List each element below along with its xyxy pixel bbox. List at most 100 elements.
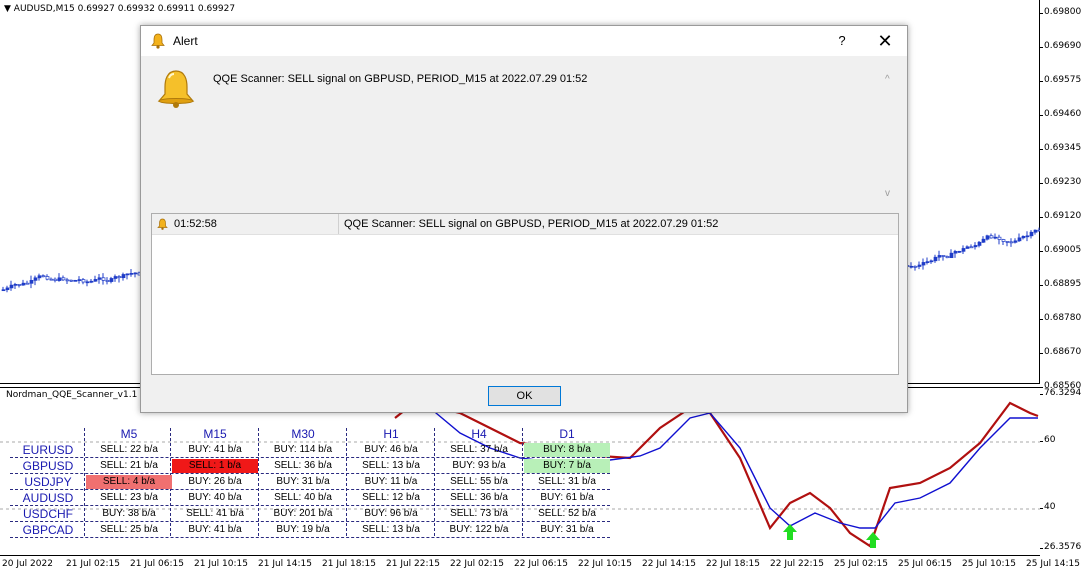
scanner-cell: SELL: 73 b/a <box>450 508 508 519</box>
candle <box>57 273 62 282</box>
scanner-cell: BUY: 31 b/a <box>276 476 330 487</box>
candle <box>89 279 94 284</box>
candle <box>85 279 90 287</box>
candle <box>113 274 118 282</box>
price-label: 0.68670 <box>1044 347 1082 357</box>
scanner-cell: BUY: 7 b/a <box>524 459 610 473</box>
candle <box>957 250 962 253</box>
scanner-row-divider <box>10 457 610 458</box>
candle <box>909 262 914 269</box>
candle <box>1001 238 1006 245</box>
ok-button[interactable]: OK <box>488 386 561 406</box>
candle <box>1021 235 1026 240</box>
candle <box>25 280 30 285</box>
time-label: 21 Jul 18:15 <box>322 559 376 569</box>
scanner-cell: SELL: 13 b/a <box>362 524 420 535</box>
scanner-col-divider <box>346 428 347 536</box>
candle <box>1017 233 1022 242</box>
scanner-cell: SELL: 52 b/a <box>538 508 596 519</box>
scanner-symbol: GBPCAD <box>22 523 74 537</box>
candle <box>33 275 38 286</box>
list-item[interactable]: 01:52:58 QQE Scanner: SELL signal on GBP… <box>152 214 898 235</box>
candle <box>969 244 974 249</box>
indicator-level-label: 76.3294 <box>1044 388 1082 398</box>
time-label: 22 Jul 18:15 <box>706 559 760 569</box>
scanner-cell: BUY: 46 b/a <box>364 444 418 455</box>
price-tick <box>1040 149 1043 150</box>
indicator-level-label: 26.3576 <box>1044 542 1082 552</box>
candle <box>133 272 138 278</box>
close-button[interactable]: ✕ <box>874 31 896 51</box>
candle <box>1 286 6 292</box>
price-label: 0.69230 <box>1044 177 1082 187</box>
price-label: 0.69575 <box>1044 75 1082 85</box>
list-item-time: 01:52:58 <box>174 218 217 230</box>
scanner-row-divider <box>10 537 610 538</box>
scanner-cell: SELL: 36 b/a <box>450 492 508 503</box>
scanner-cell: SELL: 55 b/a <box>450 476 508 487</box>
message-scroll-up-icon[interactable]: ^ <box>885 74 890 85</box>
large-bell-icon <box>157 70 195 108</box>
candle <box>5 285 10 293</box>
scanner-symbol: GBPUSD <box>22 459 74 473</box>
scanner-row-divider <box>10 505 610 506</box>
candle <box>109 276 114 284</box>
candle <box>949 249 954 259</box>
scanner-header-h1: H1 <box>383 427 399 441</box>
candle <box>1033 229 1038 235</box>
candle <box>41 274 46 278</box>
candle <box>929 259 934 264</box>
time-label: 20 Jul 2022 <box>2 559 53 569</box>
scanner-cell: BUY: 19 b/a <box>276 524 330 535</box>
scanner-cell: SELL: 41 b/a <box>186 508 244 519</box>
candle <box>65 277 70 285</box>
scanner-cell: SELL: 4 b/a <box>86 475 172 489</box>
scanner-cell: BUY: 61 b/a <box>540 492 594 503</box>
candle <box>101 273 106 285</box>
candle <box>61 275 66 282</box>
candle <box>917 261 922 270</box>
scanner-header-m15: M15 <box>203 427 227 441</box>
candle <box>117 275 122 283</box>
scanner-cell: BUY: 201 b/a <box>273 508 333 519</box>
time-label: 22 Jul 10:15 <box>578 559 632 569</box>
candle <box>965 245 970 249</box>
scanner-header-m5: M5 <box>120 427 138 441</box>
scanner-symbol: AUDUSD <box>22 491 74 505</box>
price-tick <box>1040 183 1043 184</box>
alert-message: QQE Scanner: SELL signal on GBPUSD, PERI… <box>213 73 588 85</box>
candle <box>105 277 110 285</box>
candle <box>21 279 26 286</box>
scanner-symbol: USDJPY <box>24 475 72 489</box>
scanner-cell: BUY: 93 b/a <box>452 460 506 471</box>
candle <box>937 250 942 261</box>
scanner-cell: SELL: 37 b/a <box>450 444 508 455</box>
scanner-col-divider <box>522 428 523 536</box>
help-button[interactable]: ? <box>831 31 853 51</box>
indicator-level-tick <box>1040 441 1043 442</box>
message-scroll-down-icon[interactable]: v <box>885 188 890 199</box>
scanner-row-divider <box>10 473 610 474</box>
scanner-cell: BUY: 11 b/a <box>364 476 418 487</box>
candle <box>37 273 42 281</box>
candle <box>945 255 950 259</box>
alert-history-list[interactable]: 01:52:58 QQE Scanner: SELL signal on GBP… <box>151 213 899 375</box>
indicator-level-label: 60 <box>1044 435 1056 445</box>
chart-menu-arrow-icon[interactable]: ▼ <box>4 4 11 14</box>
price-tick <box>1040 217 1043 218</box>
price-tick <box>1040 387 1043 388</box>
candle <box>921 258 926 270</box>
scanner-cell: BUY: 122 b/a <box>449 524 509 535</box>
candle <box>97 273 102 284</box>
bell-icon <box>151 33 165 49</box>
scanner-cell: BUY: 40 b/a <box>188 492 242 503</box>
indicator-level-tick <box>1040 548 1043 549</box>
price-label: 0.69345 <box>1044 143 1082 153</box>
scanner-cell: SELL: 13 b/a <box>362 460 420 471</box>
candle <box>125 273 130 280</box>
dialog-titlebar[interactable]: Alert ? ✕ <box>141 26 907 56</box>
candle <box>9 280 14 291</box>
scanner-cell: BUY: 31 b/a <box>540 524 594 535</box>
scanner-row-divider <box>10 489 610 490</box>
bell-icon <box>157 218 168 230</box>
